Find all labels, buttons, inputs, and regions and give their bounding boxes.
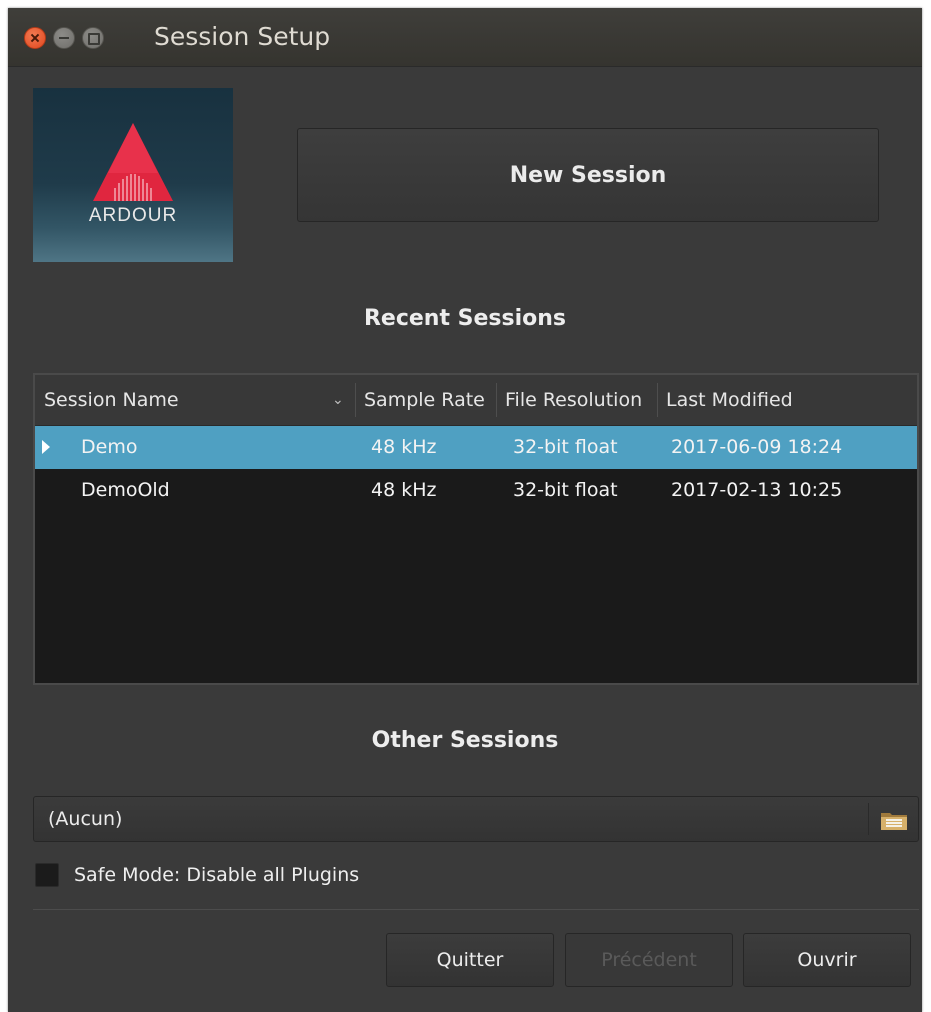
sample-rate-cell: 48 kHz: [371, 479, 437, 501]
ardour-logo-mark-icon: [93, 123, 173, 201]
column-header-sample-rate[interactable]: Sample Rate: [364, 375, 485, 425]
session-file-chooser[interactable]: (Aucun): [33, 796, 919, 842]
sample-rate-cell: 48 kHz: [371, 436, 437, 458]
maximize-window-button[interactable]: [82, 27, 104, 49]
divider: [33, 909, 919, 910]
session-name-cell: DemoOld: [81, 479, 170, 501]
session-name-cell: Demo: [81, 436, 138, 458]
column-separator[interactable]: [355, 383, 356, 417]
session-setup-dialog: Session Setup ARDOUR New Session Recent …: [8, 8, 922, 1012]
minimize-window-button[interactable]: [53, 27, 75, 49]
expander-arrow-icon[interactable]: [42, 440, 50, 454]
close-window-button[interactable]: [24, 27, 46, 49]
column-header-last-modified[interactable]: Last Modified: [666, 375, 793, 425]
sort-indicator-icon: ⌄: [332, 392, 344, 408]
file-resolution-cell: 32-bit float: [513, 479, 618, 501]
column-separator[interactable]: [496, 383, 497, 417]
table-row[interactable]: DemoOld 48 kHz 32-bit float 2017-02-13 1…: [35, 469, 917, 512]
table-row[interactable]: Demo 48 kHz 32-bit float 2017-06-09 18:2…: [35, 426, 917, 469]
file-resolution-cell: 32-bit float: [513, 436, 618, 458]
column-header-session-name[interactable]: Session Name: [44, 375, 179, 425]
title-bar[interactable]: Session Setup: [8, 8, 922, 67]
other-sessions-heading: Other Sessions: [371, 728, 559, 753]
safe-mode-checkbox[interactable]: [35, 863, 59, 887]
folder-icon[interactable]: [880, 809, 908, 831]
new-session-button[interactable]: New Session: [297, 128, 879, 222]
column-separator[interactable]: [657, 383, 658, 417]
window-title: Session Setup: [154, 22, 331, 51]
previous-button[interactable]: Précédent: [565, 933, 733, 987]
quit-button[interactable]: Quitter: [386, 933, 554, 987]
table-header: Session Name ⌄ Sample Rate File Resoluti…: [35, 375, 917, 426]
recent-sessions-table[interactable]: Session Name ⌄ Sample Rate File Resoluti…: [33, 373, 919, 685]
ardour-logo: ARDOUR: [33, 88, 233, 262]
column-header-file-resolution[interactable]: File Resolution: [505, 375, 642, 425]
last-modified-cell: 2017-02-13 10:25: [671, 479, 843, 501]
open-button[interactable]: Ouvrir: [743, 933, 911, 987]
recent-sessions-heading: Recent Sessions: [363, 306, 567, 331]
logo-text: ARDOUR: [88, 205, 178, 226]
safe-mode-label[interactable]: Safe Mode: Disable all Plugins: [74, 861, 359, 889]
file-chooser-value: (Aucun): [48, 808, 123, 830]
last-modified-cell: 2017-06-09 18:24: [671, 436, 843, 458]
chooser-separator: [868, 803, 869, 835]
